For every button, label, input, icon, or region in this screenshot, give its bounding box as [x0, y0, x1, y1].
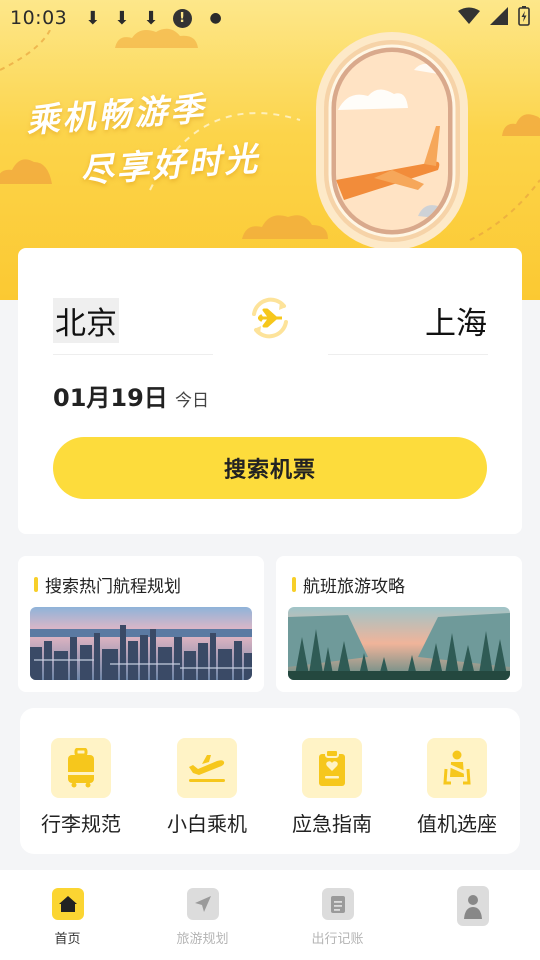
- seat-belt-icon: [427, 738, 487, 798]
- plane-takeoff-icon: [177, 738, 237, 798]
- download-icon: ⬇: [114, 7, 130, 29]
- wifi-icon: [458, 7, 480, 24]
- promo-title-row: 搜索热门航程规划: [34, 572, 181, 597]
- service-label: 应急指南: [292, 812, 372, 836]
- departure-date[interactable]: 01月19日: [53, 378, 168, 413]
- forest-valley-image: [288, 607, 510, 680]
- status-time: 10:03: [10, 7, 68, 29]
- promo-title: 航班旅游攻略: [303, 577, 405, 597]
- tab-travel-planning[interactable]: 旅游规划: [135, 870, 270, 960]
- divider: [328, 354, 488, 355]
- clipboard-icon: [321, 888, 354, 920]
- download-icon: ⬇: [143, 7, 159, 29]
- profile-icon: [456, 886, 489, 926]
- clipboard-heart-icon: [302, 738, 362, 798]
- accent-bar: [34, 577, 38, 592]
- search-flights-button[interactable]: 搜索机票: [53, 437, 487, 499]
- service-label: 值机选座: [417, 812, 497, 836]
- plane-swap-icon[interactable]: [246, 294, 294, 342]
- service-luggage-rules[interactable]: 行李规范: [26, 738, 136, 837]
- service-checkin-seat[interactable]: 值机选座: [402, 738, 512, 837]
- tab-travel-expenses[interactable]: 出行记账: [270, 870, 405, 960]
- today-label: 今日: [175, 391, 209, 411]
- divider: [53, 354, 213, 355]
- tab-label: 出行记账: [311, 932, 364, 947]
- service-emergency-guide[interactable]: 应急指南: [277, 738, 387, 837]
- city-skyline-image: [30, 607, 252, 680]
- airplane-window-illustration: [316, 32, 468, 250]
- service-label: 小白乘机: [167, 812, 247, 836]
- service-label: 行李规范: [41, 812, 121, 836]
- promo-title-row: 航班旅游攻略: [292, 572, 405, 597]
- tab-profile[interactable]: [405, 870, 540, 960]
- battery-charging-icon: [518, 6, 530, 26]
- tab-label: 首页: [54, 932, 81, 947]
- service-beginner-boarding[interactable]: 小白乘机: [152, 738, 262, 837]
- dot-icon: ●: [209, 10, 222, 26]
- home-icon: [51, 888, 84, 920]
- signal-icon: [490, 7, 508, 25]
- departure-city[interactable]: 北京: [53, 298, 119, 343]
- tab-home[interactable]: 首页: [0, 870, 135, 960]
- promo-card-route-planning[interactable]: 搜索热门航程规划: [18, 556, 264, 692]
- tab-label: 旅游规划: [176, 932, 229, 947]
- flight-search-card: 北京 上海 01月19日 今日 搜索机票: [18, 248, 522, 534]
- alert-icon: !: [172, 8, 192, 28]
- promo-title: 搜索热门航程规划: [45, 577, 181, 597]
- paper-plane-icon: [186, 888, 219, 920]
- luggage-icon: [51, 738, 111, 798]
- accent-bar: [292, 577, 296, 592]
- bottom-tab-bar: 首页 旅游规划 出行记账: [0, 870, 540, 960]
- promo-card-travel-guide[interactable]: 航班旅游攻略: [276, 556, 522, 692]
- services-grid: 行李规范 小白乘机 应急指南 值机选座: [20, 708, 520, 854]
- arrival-city[interactable]: 上海: [425, 298, 487, 343]
- download-icon: ⬇: [85, 7, 101, 29]
